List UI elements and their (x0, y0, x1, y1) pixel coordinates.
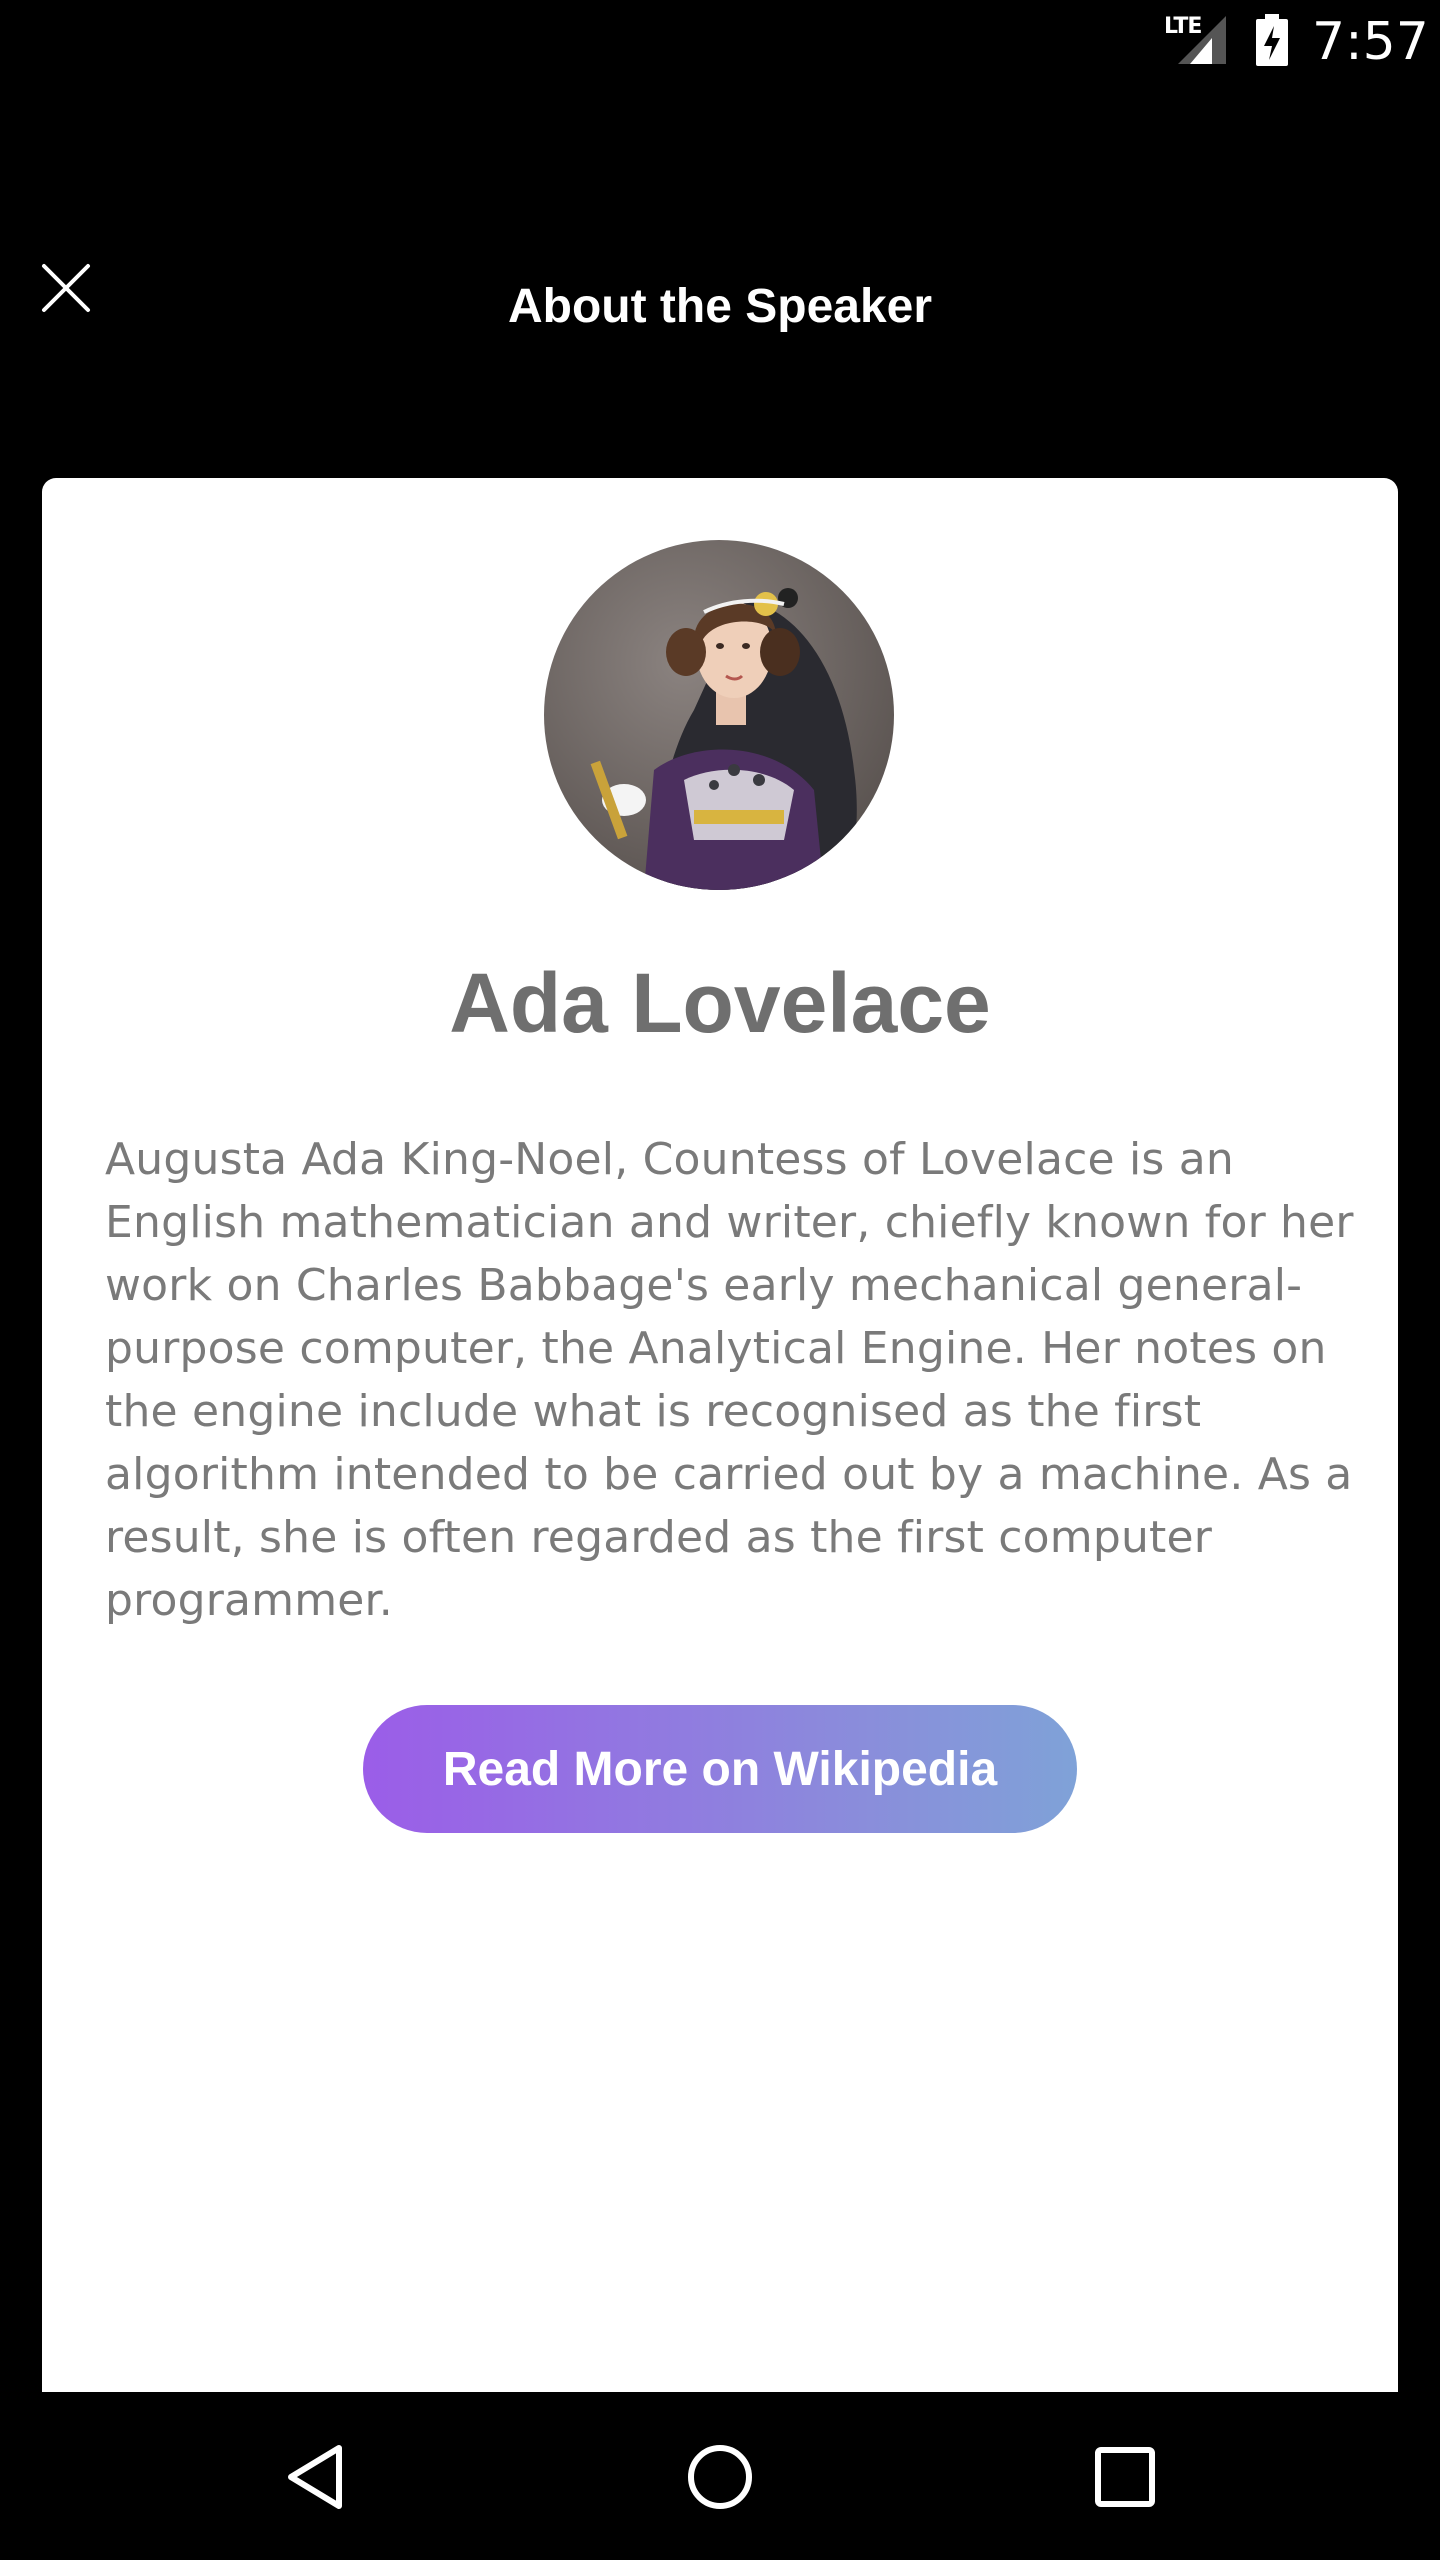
nav-home-button[interactable] (675, 2432, 765, 2522)
status-bar: LTE 7:57 (0, 0, 1440, 84)
battery-charging-icon (1256, 14, 1288, 66)
read-more-wikipedia-button[interactable]: Read More on Wikipedia (363, 1705, 1077, 1833)
nav-recents-button[interactable] (1080, 2432, 1170, 2522)
recents-icon (1095, 2447, 1155, 2507)
signal-icon (1178, 16, 1226, 64)
status-time: 7:57 (1312, 12, 1429, 72)
speaker-card: Ada Lovelace Augusta Ada King-Noel, Coun… (42, 478, 1398, 2408)
speaker-bio: Augusta Ada King-Noel, Countess of Lovel… (105, 1134, 1354, 1626)
home-icon (688, 2445, 752, 2509)
navigation-bar (0, 2392, 1440, 2560)
nav-back-button[interactable] (270, 2432, 360, 2522)
speaker-portrait (544, 540, 894, 890)
speaker-avatar (544, 540, 894, 890)
page-title: About the Speaker (507, 280, 933, 333)
back-icon (288, 2445, 342, 2509)
speaker-name: Ada Lovelace (449, 956, 991, 1050)
